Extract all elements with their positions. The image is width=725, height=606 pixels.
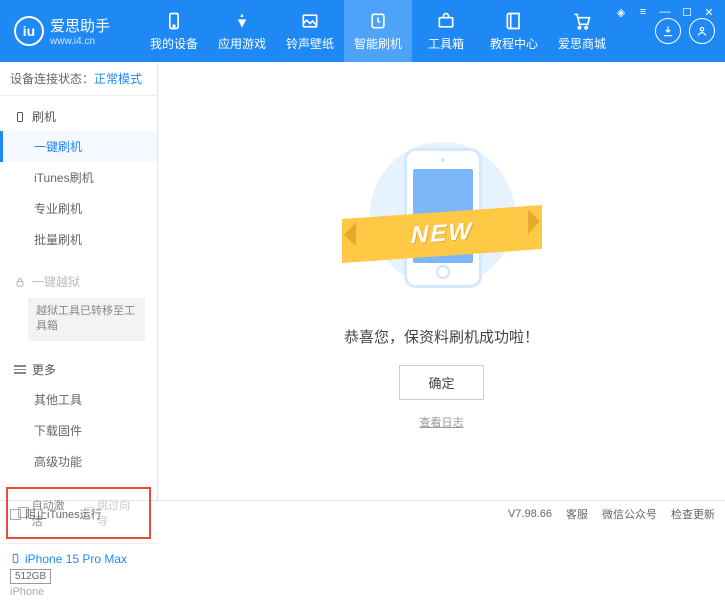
- skin-icon[interactable]: ◈: [613, 4, 629, 20]
- menu-icon[interactable]: ≡: [635, 4, 651, 20]
- view-log-link[interactable]: 查看日志: [420, 414, 464, 430]
- device-info[interactable]: iPhone 15 Pro Max 512GB iPhone: [0, 543, 157, 606]
- lock-icon: [14, 276, 26, 288]
- sidebar-item-othertools[interactable]: 其他工具: [0, 384, 157, 415]
- version-label: V7.98.66: [508, 508, 552, 520]
- section-jailbreak: 一键越狱: [0, 267, 157, 296]
- nav-toolbox[interactable]: 工具箱: [412, 0, 480, 62]
- nav-flash[interactable]: 智能刷机: [344, 0, 412, 62]
- flash-icon: [368, 11, 388, 31]
- book-icon: [504, 11, 524, 31]
- status-mode: 正常模式: [94, 72, 142, 86]
- footer-wechat[interactable]: 微信公众号: [602, 506, 657, 522]
- main-content: NEW 恭喜您，保资料刷机成功啦！ 确定 查看日志: [158, 62, 725, 500]
- title-bar: ◈ ≡ ― ☐ ✕ iu 爱思助手 www.i4.cn 我的设备 应用游戏 铃声…: [0, 0, 725, 62]
- section-more[interactable]: 更多: [0, 355, 157, 384]
- sidebar-item-pro[interactable]: 专业刷机: [0, 193, 157, 224]
- jailbreak-note[interactable]: 越狱工具已转移至工具箱: [28, 298, 145, 341]
- sidebar-item-advanced[interactable]: 高级功能: [0, 446, 157, 477]
- logo: iu 爱思助手 www.i4.cn: [0, 0, 140, 62]
- user-icon: [695, 24, 709, 38]
- success-illustration: NEW: [342, 132, 542, 312]
- connection-status: 设备连接状态：正常模式: [0, 62, 157, 96]
- success-message: 恭喜您，保资料刷机成功啦！: [344, 326, 539, 347]
- sidebar-item-oneclick[interactable]: 一键刷机: [0, 131, 157, 162]
- sidebar-item-firmware[interactable]: 下载固件: [0, 415, 157, 446]
- image-icon: [300, 11, 320, 31]
- nav-store[interactable]: 爱思商城: [548, 0, 616, 62]
- nav-ringtones[interactable]: 铃声壁纸: [276, 0, 344, 62]
- download-icon: [661, 24, 675, 38]
- ok-button[interactable]: 确定: [399, 365, 483, 400]
- maximize-icon[interactable]: ☐: [679, 4, 695, 20]
- phone-icon: [164, 11, 184, 31]
- sidebar-item-batch[interactable]: 批量刷机: [0, 224, 157, 255]
- minimize-icon[interactable]: ―: [657, 4, 673, 20]
- app-name: 爱思助手: [50, 15, 110, 36]
- window-controls: ◈ ≡ ― ☐ ✕: [613, 4, 717, 20]
- menu-lines-icon: [14, 363, 26, 376]
- section-flash[interactable]: 刷机: [0, 102, 157, 131]
- sidebar: 设备连接状态：正常模式 刷机 一键刷机 iTunes刷机 专业刷机 批量刷机 一…: [0, 62, 158, 500]
- nav-apps[interactable]: 应用游戏: [208, 0, 276, 62]
- device-icon: [14, 111, 26, 123]
- phone-small-icon: [10, 553, 21, 564]
- nav-tutorials[interactable]: 教程中心: [480, 0, 548, 62]
- storage-badge: 512GB: [10, 569, 51, 584]
- user-button[interactable]: [689, 18, 715, 44]
- device-name: iPhone 15 Pro Max: [10, 552, 147, 566]
- sidebar-item-itunes[interactable]: iTunes刷机: [0, 162, 157, 193]
- download-button[interactable]: [655, 18, 681, 44]
- checkbox-block-itunes[interactable]: 阻止iTunes运行: [10, 506, 102, 522]
- cart-icon: [572, 11, 592, 31]
- main-nav: 我的设备 应用游戏 铃声壁纸 智能刷机 工具箱 教程中心 爱思商城: [140, 0, 645, 62]
- logo-icon: iu: [14, 16, 44, 46]
- apps-icon: [232, 11, 252, 31]
- nav-my-device[interactable]: 我的设备: [140, 0, 208, 62]
- footer-update[interactable]: 检查更新: [671, 506, 715, 522]
- app-url: www.i4.cn: [50, 36, 110, 47]
- toolbox-icon: [436, 11, 456, 31]
- close-icon[interactable]: ✕: [701, 4, 717, 20]
- footer-support[interactable]: 客服: [566, 506, 588, 522]
- device-type: iPhone: [10, 586, 147, 598]
